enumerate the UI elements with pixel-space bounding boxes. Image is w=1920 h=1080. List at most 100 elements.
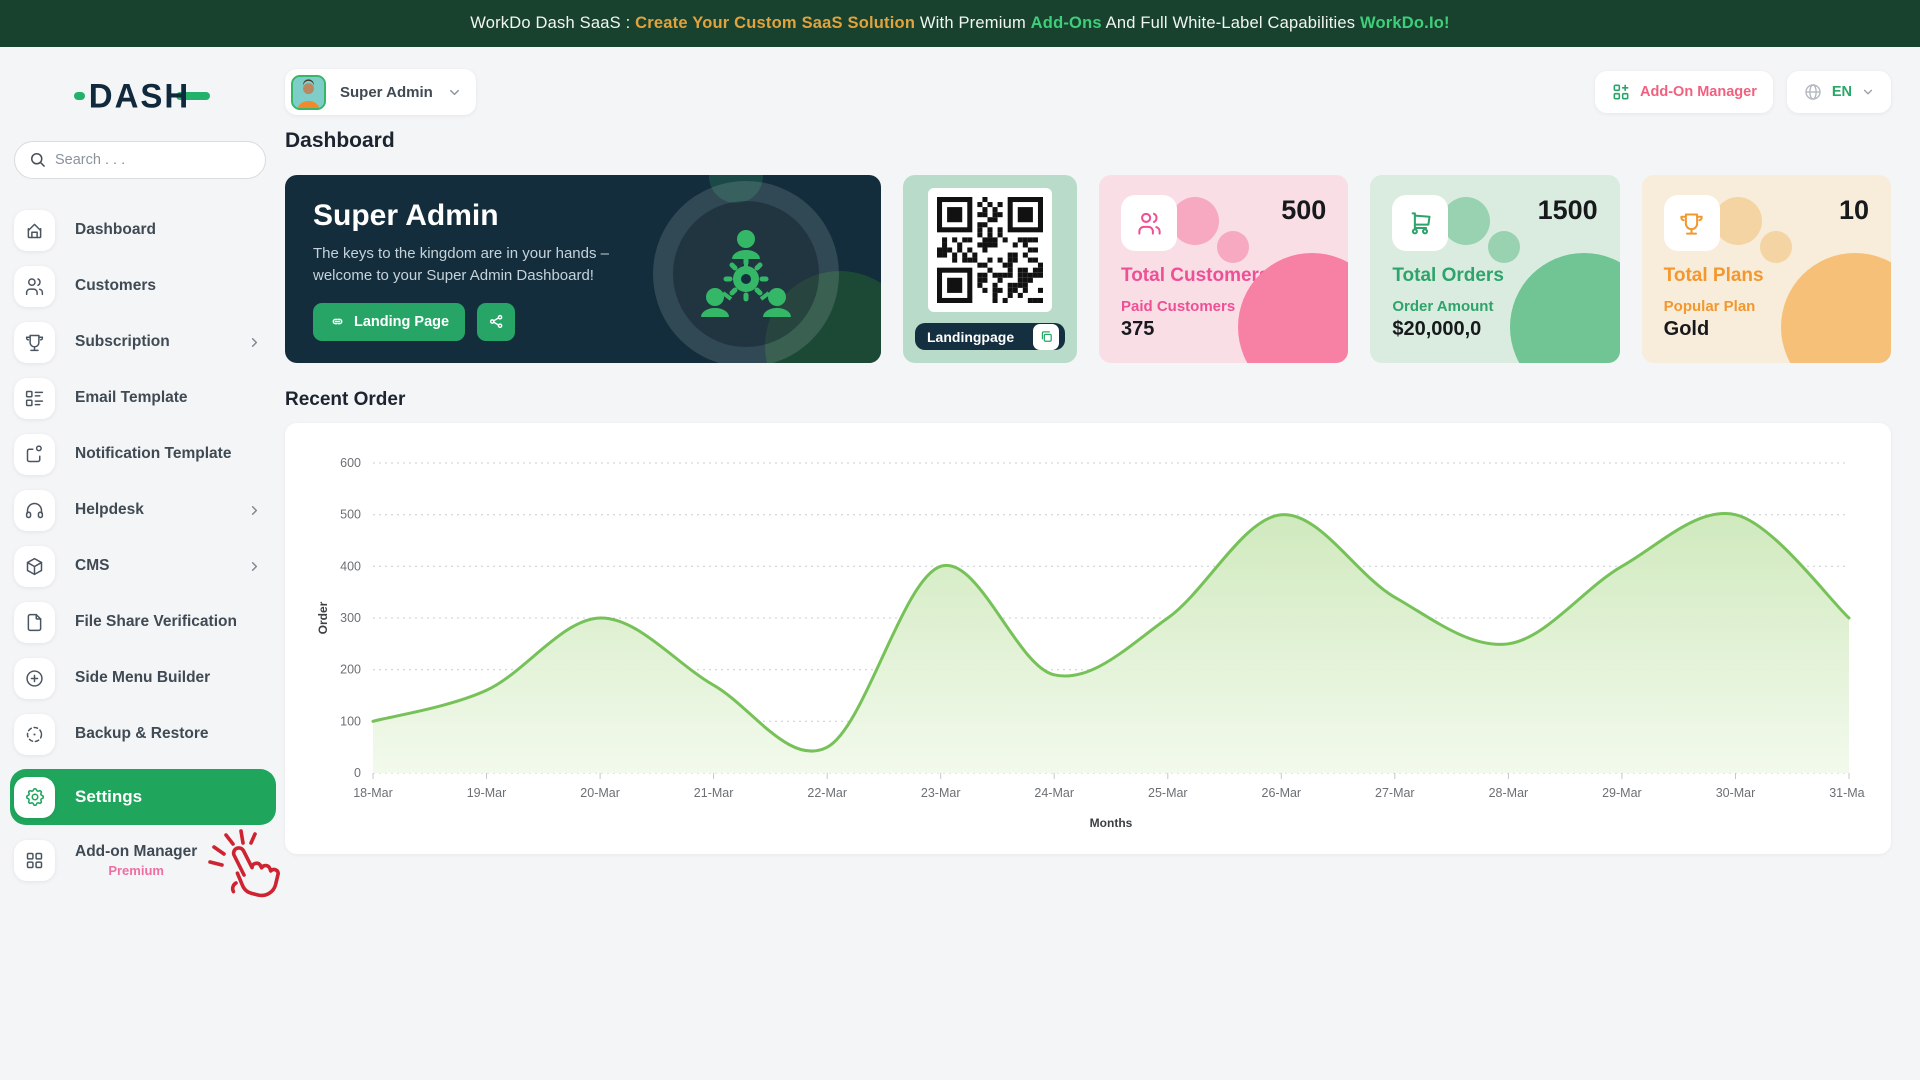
- sidebar-item-dashboard[interactable]: Dashboard: [14, 205, 276, 255]
- svg-text:22-Mar: 22-Mar: [807, 786, 847, 800]
- svg-text:18-Mar: 18-Mar: [353, 786, 393, 800]
- chevron-right-icon: [247, 335, 262, 350]
- org-chart-icon: [691, 219, 801, 329]
- cube-icon: [14, 546, 55, 587]
- dash-logo[interactable]: DASH: [0, 77, 284, 115]
- svg-text:200: 200: [340, 663, 361, 677]
- dashed-circle-icon: [14, 714, 55, 755]
- headset-icon: [14, 490, 55, 531]
- order-area-chart: 010020030040050060018-Mar19-Mar20-Mar21-…: [311, 443, 1865, 840]
- banner-link-workdo[interactable]: WorkDo.Io!: [1360, 14, 1450, 33]
- decor-circle: [1217, 231, 1249, 263]
- svg-text:31-Mar: 31-Mar: [1829, 786, 1865, 800]
- sidebar-item-label: Customers: [75, 277, 276, 295]
- svg-text:24-Mar: 24-Mar: [1034, 786, 1074, 800]
- main-content: Super Admin Add-On Manager EN Dashboard …: [284, 47, 1920, 1080]
- svg-text:21-Mar: 21-Mar: [694, 786, 734, 800]
- total-orders-card: 1500 Total Orders Order Amount $20,000,0: [1370, 175, 1619, 363]
- logo-accent-dot: [74, 92, 85, 100]
- sidebar-item-email-template[interactable]: Email Template: [14, 373, 276, 423]
- landing-page-button-label: Landing Page: [354, 314, 449, 330]
- svg-text:30-Mar: 30-Mar: [1716, 786, 1756, 800]
- sidebar-item-notification-template[interactable]: Notification Template: [14, 429, 276, 479]
- sidebar-item-addon-manager[interactable]: Add-on Manager Premium: [14, 835, 276, 885]
- copy-icon[interactable]: [1033, 324, 1059, 350]
- sidebar-item-settings[interactable]: Settings: [10, 769, 276, 825]
- svg-text:600: 600: [340, 456, 361, 470]
- hero-decor-circle: [653, 181, 839, 363]
- stat-value: 1500: [1538, 195, 1598, 226]
- trophy-icon: [1664, 195, 1720, 251]
- sidebar-item-cms[interactable]: CMS: [14, 541, 276, 591]
- svg-text:26-Mar: 26-Mar: [1262, 786, 1302, 800]
- logo-text: DASH: [89, 76, 191, 116]
- recent-order-title: Recent Order: [285, 389, 1891, 411]
- home-icon: [14, 210, 55, 251]
- search-icon: [28, 150, 48, 170]
- landingpage-pill[interactable]: Landingpage: [915, 323, 1065, 350]
- sidebar-item-helpdesk[interactable]: Helpdesk: [14, 485, 276, 535]
- landing-page-button[interactable]: Landing Page: [313, 303, 465, 341]
- addon-manager-button-label: Add-On Manager: [1640, 84, 1757, 100]
- sidebar-item-label: Email Template: [75, 389, 276, 407]
- sidebar-menu: Dashboard Customers Subscription Email T…: [0, 205, 284, 885]
- sidebar-item-label: Subscription: [75, 333, 247, 351]
- decor-circle: [1171, 197, 1219, 245]
- landing-page-qr-card: Landingpage: [903, 175, 1077, 363]
- sidebar-item-side-menu-builder[interactable]: Side Menu Builder: [14, 653, 276, 703]
- svg-text:27-Mar: 27-Mar: [1375, 786, 1415, 800]
- language-selector[interactable]: EN: [1787, 71, 1891, 113]
- banner-highlight-addons: Add-Ons: [1031, 14, 1102, 33]
- link-icon: [329, 313, 346, 330]
- grid-plus-icon: [1611, 82, 1631, 102]
- sidebar: DASH Dashboard Customers Subscription Em…: [0, 47, 284, 1080]
- banner-text: With Premium: [915, 14, 1031, 33]
- chevron-right-icon: [247, 559, 262, 574]
- file-icon: [14, 602, 55, 643]
- share-button[interactable]: [477, 303, 515, 341]
- addon-manager-button[interactable]: Add-On Manager: [1595, 71, 1773, 113]
- decor-circle: [1488, 231, 1520, 263]
- sidebar-item-label: File Share Verification: [75, 613, 276, 631]
- sidebar-item-label: Backup & Restore: [75, 725, 276, 743]
- sidebar-item-label: Helpdesk: [75, 501, 247, 519]
- share-icon: [488, 313, 505, 330]
- sidebar-item-backup-restore[interactable]: Backup & Restore: [14, 709, 276, 759]
- sidebar-item-customers[interactable]: Customers: [14, 261, 276, 311]
- landingpage-label: Landingpage: [927, 329, 1014, 345]
- sidebar-item-subscription[interactable]: Subscription: [14, 317, 276, 367]
- qr-code: [928, 188, 1052, 312]
- page-title: Dashboard: [285, 129, 1891, 153]
- stat-value: 10: [1839, 195, 1869, 226]
- sidebar-item-label: Add-on Manager: [75, 843, 197, 860]
- svg-text:29-Mar: 29-Mar: [1602, 786, 1642, 800]
- svg-text:300: 300: [340, 611, 361, 625]
- svg-text:19-Mar: 19-Mar: [467, 786, 507, 800]
- profile-dropdown[interactable]: Super Admin: [285, 69, 476, 115]
- stat-value: 500: [1281, 195, 1326, 226]
- notification-icon: [14, 434, 55, 475]
- svg-text:Order: Order: [316, 601, 330, 634]
- gear-icon: [14, 777, 55, 818]
- sidebar-item-label: Notification Template: [75, 445, 276, 463]
- sidebar-item-file-share-verification[interactable]: File Share Verification: [14, 597, 276, 647]
- sidebar-item-label: Dashboard: [75, 221, 276, 239]
- svg-text:Months: Months: [1090, 816, 1133, 830]
- sidebar-item-label: CMS: [75, 557, 247, 575]
- hero-subtitle: The keys to the kingdom are in your hand…: [313, 243, 643, 287]
- premium-badge: Premium: [75, 863, 197, 878]
- svg-text:25-Mar: 25-Mar: [1148, 786, 1188, 800]
- grid-icon: [14, 840, 55, 881]
- total-plans-card: 10 Total Plans Popular Plan Gold: [1642, 175, 1891, 363]
- total-customers-card: 500 Total Customers Paid Customers 375: [1099, 175, 1348, 363]
- sidebar-item-label: Side Menu Builder: [75, 669, 276, 687]
- svg-text:500: 500: [340, 508, 361, 522]
- trophy-icon: [14, 322, 55, 363]
- search-input[interactable]: [14, 141, 266, 179]
- globe-icon: [1803, 82, 1823, 102]
- avatar: [291, 75, 326, 110]
- circle-plus-icon: [14, 658, 55, 699]
- recent-order-chart-card: 010020030040050060018-Mar19-Mar20-Mar21-…: [285, 423, 1891, 854]
- decor-circle: [1442, 197, 1490, 245]
- decor-circle: [1760, 231, 1792, 263]
